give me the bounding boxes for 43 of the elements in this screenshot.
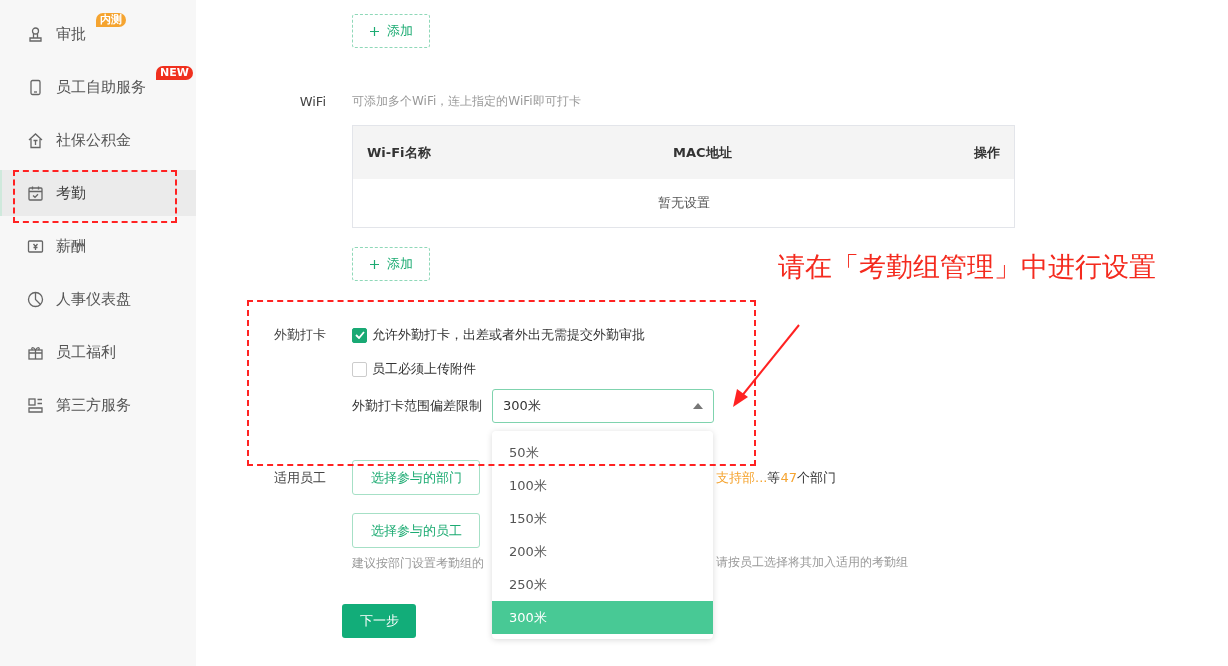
sidebar-badge: NEW: [156, 66, 193, 80]
phone-icon: [27, 78, 44, 96]
column-header: 操作: [974, 143, 1000, 162]
calendar-icon: [27, 184, 44, 202]
dropdown-option[interactable]: 150米: [492, 502, 713, 535]
hint-text: 请按员工选择将其加入适用的考勤组: [716, 554, 908, 571]
checkbox-label: 员工必须上传附件: [372, 360, 476, 379]
house-icon: [27, 131, 44, 149]
range-select[interactable]: 300米: [492, 389, 714, 423]
stamp-icon: [27, 25, 44, 43]
hint-text: 可添加多个WiFi，连上指定的WiFi即可打卡: [352, 93, 582, 110]
hint-text: 建议按部门设置考勤组的: [352, 556, 484, 570]
sidebar-item[interactable]: 审批 内测: [0, 11, 196, 57]
plus-icon: [369, 26, 379, 36]
dropdown-option[interactable]: 250米: [492, 568, 713, 601]
sidebar-item[interactable]: 员工福利: [0, 329, 196, 375]
field-label: 外勤打卡范围偏差限制: [352, 397, 482, 416]
caret-icon: [693, 403, 703, 409]
column-header: MAC地址: [673, 143, 732, 162]
empty-text: 暂无设置: [657, 194, 710, 213]
dropdown-option[interactable]: 50米: [492, 436, 713, 469]
dropdown-option[interactable]: 100米: [492, 469, 713, 502]
sidebar-item[interactable]: 人事仪表盘: [0, 276, 196, 322]
checkbox[interactable]: [352, 361, 367, 377]
plus-icon: [369, 259, 379, 269]
sidebar-item[interactable]: 社保公积金: [0, 117, 196, 163]
column-header: Wi-Fi名称: [367, 143, 431, 162]
pie-chart-icon: [27, 290, 44, 308]
layout-icon: [27, 396, 44, 414]
checkbox[interactable]: [352, 327, 367, 343]
sidebar-badge: 内测: [96, 13, 126, 27]
field-label: WiFi: [299, 94, 326, 109]
sidebar-item[interactable]: 第三方服务: [0, 382, 196, 428]
dropdown-option[interactable]: 200米: [492, 535, 713, 568]
yen-card-icon: [27, 237, 44, 255]
field-label: 外勤打卡: [274, 327, 326, 342]
checkbox-label: 允许外勤打卡，出差或者外出无需提交外勤审批: [372, 326, 645, 345]
sidebar-item[interactable]: 员工自助服务 NEW: [0, 64, 196, 110]
department-summary: 支持部...等47个部门: [716, 468, 836, 487]
sidebar-item[interactable]: 考勤: [0, 170, 196, 216]
annotation-text: 请在「考勤组管理」中进行设置: [778, 250, 1156, 284]
sidebar-item[interactable]: 薪酬: [0, 223, 196, 269]
field-label: 适用员工: [274, 470, 326, 485]
